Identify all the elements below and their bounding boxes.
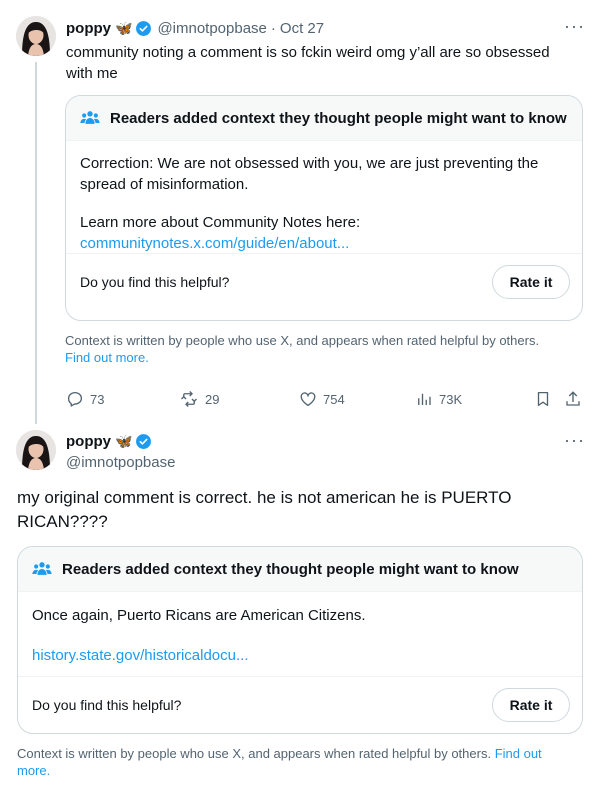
separator-dot: · bbox=[270, 20, 276, 37]
helpful-question: Do you find this helpful? bbox=[80, 274, 230, 290]
community-note: Readers added context they thought peopl… bbox=[17, 546, 583, 734]
repost-icon bbox=[179, 390, 205, 408]
verified-badge-icon bbox=[135, 20, 152, 37]
handle[interactable]: @imnotpopbase bbox=[157, 20, 266, 37]
like-count: 754 bbox=[323, 391, 345, 407]
verified-badge-icon bbox=[135, 433, 152, 450]
tweet-text: my original comment is correct. he is no… bbox=[17, 488, 512, 531]
helpful-question: Do you find this helpful? bbox=[32, 697, 182, 713]
bookmark-icon[interactable] bbox=[534, 390, 558, 408]
action-bar: 73 29 754 73K bbox=[66, 389, 586, 409]
reply-count: 73 bbox=[90, 391, 105, 407]
tweet-text: community noting a comment is so fckin w… bbox=[66, 44, 550, 82]
tweet-date[interactable]: Oct 27 bbox=[280, 20, 324, 37]
find-out-more-link[interactable]: Find out more. bbox=[65, 350, 149, 365]
repost-button[interactable]: 29 bbox=[179, 390, 219, 408]
note-footer: Do you find this helpful? Rate it bbox=[66, 253, 582, 310]
context-text: Context is written by people who use X, … bbox=[17, 746, 492, 761]
avatar[interactable] bbox=[16, 430, 56, 470]
note-learn-more: Learn more about Community Notes here: bbox=[80, 214, 361, 231]
note-header-text: Readers added context they thought peopl… bbox=[62, 560, 519, 578]
more-icon[interactable]: ··· bbox=[564, 16, 585, 37]
note-header: Readers added context they thought peopl… bbox=[66, 96, 582, 141]
note-footer: Do you find this helpful? Rate it bbox=[18, 676, 582, 733]
note-header: Readers added context they thought peopl… bbox=[18, 547, 582, 592]
display-name[interactable]: poppy bbox=[66, 433, 111, 450]
community-note: Readers added context they thought peopl… bbox=[65, 95, 583, 321]
context-disclaimer: Context is written by people who use X, … bbox=[65, 332, 585, 366]
butterfly-emoji: 🦋 bbox=[115, 433, 133, 449]
like-icon bbox=[299, 390, 323, 408]
tweet-header: poppy 🦋 @imnotpopbase · Oct 27 bbox=[66, 20, 324, 37]
note-text: Correction: We are not obsessed with you… bbox=[80, 155, 539, 193]
note-link[interactable]: history.state.gov/historicaldocu... bbox=[32, 645, 568, 666]
reply-button[interactable]: 73 bbox=[66, 390, 104, 408]
context-text: Context is written by people who use X, … bbox=[65, 333, 540, 348]
note-link[interactable]: communitynotes.x.com/guide/en/about... bbox=[80, 233, 568, 254]
handle[interactable]: @imnotpopbase bbox=[66, 454, 175, 471]
display-name[interactable]: poppy bbox=[66, 20, 111, 37]
thread-line bbox=[35, 62, 37, 424]
rate-it-button[interactable]: Rate it bbox=[492, 688, 570, 722]
like-button[interactable]: 754 bbox=[299, 390, 345, 408]
note-body: Once again, Puerto Ricans are American C… bbox=[18, 592, 582, 676]
people-icon bbox=[80, 109, 110, 127]
avatar[interactable] bbox=[16, 16, 56, 56]
tweet-header: poppy 🦋 bbox=[66, 433, 152, 450]
note-header-text: Readers added context they thought peopl… bbox=[110, 109, 567, 127]
note-text: Once again, Puerto Ricans are American C… bbox=[32, 607, 366, 624]
views-count: 73K bbox=[439, 391, 463, 407]
share-icon[interactable] bbox=[564, 390, 588, 408]
views-icon bbox=[415, 390, 439, 408]
views-button[interactable]: 73K bbox=[415, 390, 462, 408]
reply-icon bbox=[66, 390, 90, 408]
people-icon bbox=[32, 560, 62, 578]
context-disclaimer: Context is written by people who use X, … bbox=[17, 745, 577, 779]
note-body: Correction: We are not obsessed with you… bbox=[66, 141, 582, 253]
rate-it-button[interactable]: Rate it bbox=[492, 265, 570, 299]
butterfly-emoji: 🦋 bbox=[115, 20, 133, 36]
repost-count: 29 bbox=[205, 391, 220, 407]
more-icon[interactable]: ··· bbox=[564, 430, 585, 451]
